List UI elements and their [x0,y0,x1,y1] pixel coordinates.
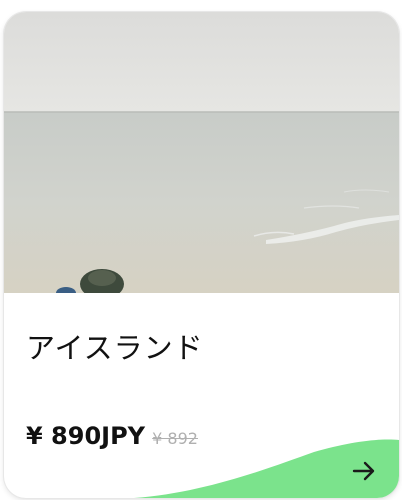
accent-wave [134,439,399,498]
destination-title: アイスランド [26,331,204,365]
product-card[interactable]: アイスランド ¥ 890JPY ¥ 892 [4,12,399,498]
destination-photo [4,12,399,293]
arrow-right-icon[interactable] [351,458,377,484]
